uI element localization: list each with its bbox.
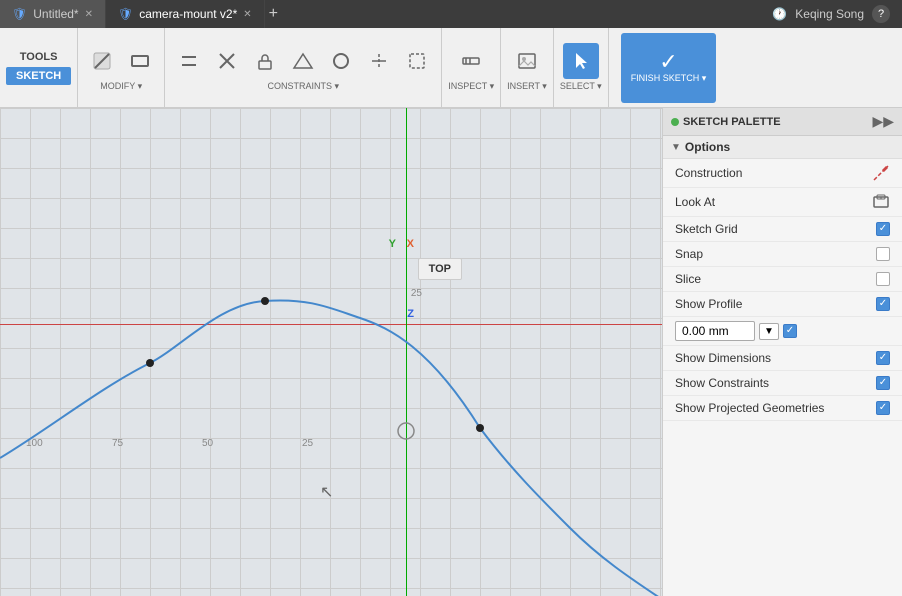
- tab-untitled[interactable]: 🛡 Untitled* ✕: [0, 0, 106, 28]
- tab-camera-mount[interactable]: 🛡 camera-mount v2* ✕: [106, 0, 265, 28]
- show-profile-checkbox[interactable]: [876, 297, 890, 311]
- look-at-label: Look At: [675, 195, 872, 209]
- snap-label: Snap: [675, 247, 876, 261]
- title-bar: 🛡 Untitled* ✕ 🛡 camera-mount v2* ✕ + 🕐 K…: [0, 0, 902, 28]
- lock-constraint-button[interactable]: [247, 43, 283, 79]
- modify-label[interactable]: MODIFY ▾: [100, 81, 142, 92]
- construction-icon: [872, 164, 890, 182]
- inspect-label[interactable]: INSPECT ▾: [448, 81, 494, 92]
- show-projected-label: Show Projected Geometries: [675, 401, 876, 415]
- show-dimensions-label: Show Dimensions: [675, 351, 876, 365]
- sketch-grid-checkbox[interactable]: [876, 222, 890, 236]
- sketch-grid-item[interactable]: Sketch Grid: [663, 217, 902, 242]
- finish-sketch-check-icon: ✓: [659, 51, 677, 73]
- dimension-input-row: ▼: [663, 317, 902, 346]
- sketch-tab[interactable]: SKETCH: [6, 67, 71, 85]
- dimension-dropdown-button[interactable]: ▼: [759, 323, 779, 340]
- slice-label: Slice: [675, 272, 876, 286]
- look-at-icon: [872, 193, 890, 211]
- options-arrow-icon: ▼: [671, 142, 681, 153]
- top-toolbar: TOOLS SKETCH MODIFY ▾: [0, 28, 902, 108]
- parallel-constraint-button[interactable]: [171, 43, 207, 79]
- palette-expand-icon[interactable]: ▶▶: [872, 113, 894, 130]
- circle-tool-button[interactable]: [323, 43, 359, 79]
- tab-untitled-label: Untitled*: [33, 7, 78, 21]
- new-tab-button[interactable]: +: [265, 5, 282, 23]
- trim-tool-button[interactable]: [361, 43, 397, 79]
- canvas-area[interactable]: 25 75 50 25 100 X Y Z TOP ↖: [0, 108, 662, 596]
- show-constraints-label: Show Constraints: [675, 376, 876, 390]
- constraints-label[interactable]: CONSTRAINTS ▾: [267, 81, 339, 92]
- tab-camera-mount-close[interactable]: ✕: [243, 9, 251, 20]
- dimension-checkbox[interactable]: [783, 324, 797, 338]
- palette-options-header[interactable]: ▼ Options: [663, 136, 902, 159]
- tab-camera-mount-label: camera-mount v2*: [139, 7, 237, 21]
- options-label: Options: [685, 140, 730, 154]
- palette-title: SKETCH PALETTE: [683, 116, 872, 128]
- help-icon[interactable]: ?: [872, 5, 890, 23]
- x-constraint-button[interactable]: [209, 43, 245, 79]
- vertical-axis: [406, 108, 407, 596]
- axis-label-25: 25: [302, 438, 313, 449]
- show-profile-label: Show Profile: [675, 297, 876, 311]
- horizontal-axis: [0, 324, 662, 325]
- axis-label-25-right: 25: [411, 288, 422, 299]
- construction-label: Construction: [675, 166, 872, 180]
- dimension-input[interactable]: [675, 321, 755, 341]
- x-axis-label: X: [407, 238, 414, 250]
- cursor-indicator: ↖: [320, 482, 333, 502]
- main-area: 25 75 50 25 100 X Y Z TOP ↖ SKETCH PALET…: [0, 108, 902, 596]
- show-constraints-checkbox[interactable]: [876, 376, 890, 390]
- insert-image-button[interactable]: [509, 43, 545, 79]
- show-profile-item[interactable]: Show Profile: [663, 292, 902, 317]
- rect-select-button[interactable]: [399, 43, 435, 79]
- username: Keqing Song: [795, 7, 864, 21]
- line-tool-button[interactable]: [84, 43, 120, 79]
- axis-label-50: 50: [202, 438, 213, 449]
- finish-sketch-button[interactable]: ✓ FINISH SKETCH ▾: [621, 33, 717, 103]
- sketch-palette: SKETCH PALETTE ▶▶ ▼ Options Construction…: [662, 108, 902, 596]
- select-label[interactable]: SELECT ▾: [560, 81, 602, 92]
- finish-sketch-label: FINISH SKETCH ▾: [631, 73, 707, 84]
- palette-header: SKETCH PALETTE ▶▶: [663, 108, 902, 136]
- tab-untitled-close[interactable]: ✕: [85, 9, 93, 20]
- show-constraints-item[interactable]: Show Constraints: [663, 371, 902, 396]
- show-projected-item[interactable]: Show Projected Geometries: [663, 396, 902, 421]
- insert-label[interactable]: INSERT ▾: [507, 81, 547, 92]
- grid-background: [0, 108, 662, 596]
- construction-item[interactable]: Construction: [663, 159, 902, 188]
- show-dimensions-item[interactable]: Show Dimensions: [663, 346, 902, 371]
- snap-checkbox[interactable]: [876, 247, 890, 261]
- y-axis-label: Y: [389, 238, 396, 250]
- show-projected-checkbox[interactable]: [876, 401, 890, 415]
- rectangle-tool-button[interactable]: [122, 43, 158, 79]
- look-at-item[interactable]: Look At: [663, 188, 902, 217]
- tools-label[interactable]: TOOLS: [12, 51, 66, 63]
- inspect-button[interactable]: [453, 43, 489, 79]
- slice-checkbox[interactable]: [876, 272, 890, 286]
- slice-item[interactable]: Slice: [663, 267, 902, 292]
- palette-status-dot: [671, 118, 679, 126]
- sketch-grid-label: Sketch Grid: [675, 222, 876, 236]
- view-top-label[interactable]: TOP: [418, 258, 462, 280]
- axis-label-100: 100: [26, 438, 43, 449]
- clock-icon: 🕐: [772, 7, 787, 21]
- title-bar-right: 🕐 Keqing Song ?: [772, 5, 902, 23]
- axis-label-75: 75: [112, 438, 123, 449]
- select-button[interactable]: [563, 43, 599, 79]
- snap-item[interactable]: Snap: [663, 242, 902, 267]
- show-dimensions-checkbox[interactable]: [876, 351, 890, 365]
- z-axis-label: Z: [407, 308, 414, 320]
- triangle-constraint-button[interactable]: [285, 43, 321, 79]
